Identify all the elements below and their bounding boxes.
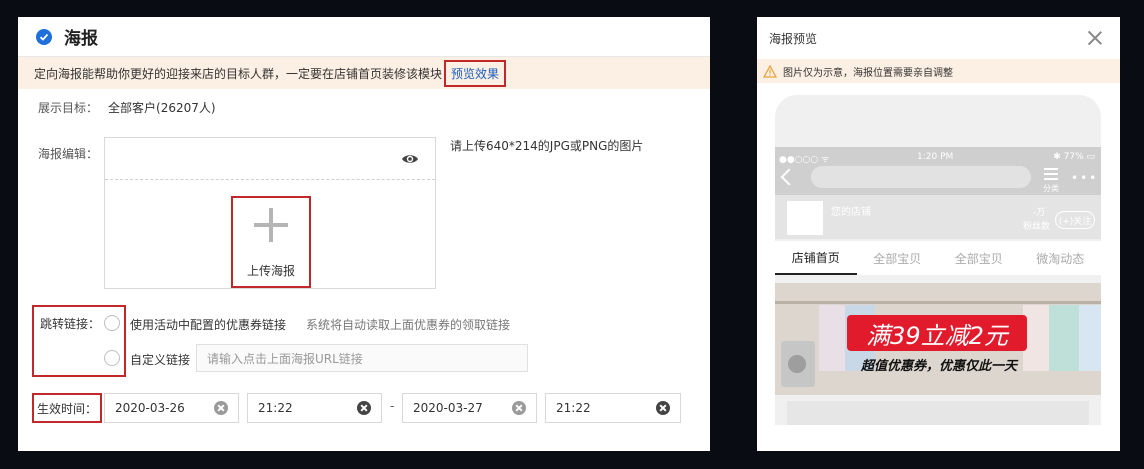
poster-toolbar [105,138,435,180]
upload-poster-label: 上传海报 [246,264,295,278]
signal-indicator: ●●○○○ ᯤ [779,155,830,165]
eye-preview-icon[interactable] [401,150,419,168]
clothing-item [1049,305,1079,371]
poster-editor-box: 上传海报 [104,137,436,289]
sale-subtitle: 超值优惠券，优惠仅此一天 [860,359,1017,374]
shop-name: 您的店铺 [831,207,871,218]
custom-link-option-label: 自定义链接 [130,353,191,367]
fans-count: -万 [1033,208,1046,218]
end-date-value: 2020-03-27 [413,401,483,415]
editor-title: 海报 [64,29,98,49]
poster-editor-panel: 海报 定向海报能帮助你更好的迎接来店的目标人群，一定要在店铺首页装修该模块 预览… [18,17,710,451]
battery-indicator: ✱ 77% ▭ [1053,152,1095,162]
phone-mockup: ●●○○○ ᯤ 1:20 PM ✱ 77% ▭ 分类 ••• 您的店铺 -万 粉… [775,95,1101,425]
close-icon[interactable] [1088,31,1102,45]
poster-edit-label: 海报编辑： [38,147,99,161]
notice-text: 定向海报能帮助你更好的迎接来店的目标人群，一定要在店铺首页装修该模块 [34,66,443,81]
plus-icon [254,208,288,242]
custom-url-input[interactable]: 请输入点击上面海报URL链接 [196,344,528,372]
end-time-value: 21:22 [556,401,591,415]
effective-time-label: 生效时间： [32,393,102,423]
status-time: 1:20 PM [917,152,954,162]
clothes-rail [775,301,1101,304]
date-range-separator: - [390,399,395,413]
phone-content-placeholder [787,401,1089,425]
category-label: 分类 [1043,184,1059,193]
editor-header: 海报 [18,17,710,57]
preview-header: 海报预览 [757,17,1120,59]
start-time-field[interactable]: 21:22 [247,393,382,423]
upload-size-hint: 请上传640*214的JPG或PNG的图片 [450,139,644,153]
back-arrow-icon [780,168,798,186]
phone-search-bar [811,166,1031,188]
fans-label: 粉丝数 [1023,222,1051,232]
poster-banner-image: 满39立减2元 超值优惠券，优惠仅此一天 [775,283,1101,395]
poster-preview-panel: 海报预览 图片仅为示意，海报位置需要亲自调整 ●●○○○ ᯤ 1:20 PM ✱… [757,17,1120,451]
washing-machine [781,341,815,387]
coupon-link-option-label: 使用活动中配置的优惠券链接 [130,318,287,332]
preview-notice-text: 图片仅为示意，海报位置需要亲自调整 [783,67,953,79]
jump-link-label: 跳转链接： [40,317,101,331]
tab-weitao-news: 微淘动态 [1036,251,1085,266]
tab-shop-home: 店铺首页 [775,241,857,275]
display-target-row: 展示目标： 全部客户(26207人) [38,99,216,116]
clear-icon[interactable] [214,401,228,415]
display-target-value: 全部客户(26207人) [108,101,216,115]
custom-link-radio[interactable] [104,350,120,366]
follow-button: (+)关注 [1055,211,1095,229]
preview-effect-link[interactable]: 预览效果 [444,59,507,87]
upload-poster-button[interactable]: 上传海报 [231,196,311,288]
end-date-field[interactable]: 2020-03-27 [402,393,537,423]
preview-notice: 图片仅为示意，海报位置需要亲自调整 [757,59,1120,83]
clear-icon[interactable] [357,401,371,415]
shop-info-row: 您的店铺 -万 粉丝数 (+)关注 [775,195,1101,239]
clothing-item [1079,305,1101,371]
preview-title: 海报预览 [769,31,818,46]
coupon-link-radio[interactable] [104,315,120,331]
check-circle-icon [36,28,52,45]
end-time-field[interactable]: 21:22 [545,393,681,423]
phone-status-row: ●●○○○ ᯤ 1:20 PM ✱ 77% ▭ [775,152,1101,165]
clear-icon[interactable] [656,401,670,415]
start-time-value: 21:22 [258,401,293,415]
warning-icon [763,64,777,78]
tab-all-items: 全部宝贝 [873,251,922,266]
start-date-field[interactable]: 2020-03-26 [104,393,239,423]
phone-tab-bar: 店铺首页 全部宝贝 全部宝贝 微淘动态 [775,241,1101,275]
clear-icon[interactable] [512,401,526,415]
more-icon: ••• [1071,171,1099,185]
clothing-item [819,305,845,371]
start-date-value: 2020-03-26 [115,401,185,415]
coupon-link-description: 系统将自动读取上面优惠券的领取链接 [306,318,511,332]
display-target-label: 展示目标： [38,101,99,115]
shop-avatar [787,201,823,235]
tab-all-items-2: 全部宝贝 [954,251,1003,266]
editor-notice: 定向海报能帮助你更好的迎接来店的目标人群，一定要在店铺首页装修该模块 预览效果 [18,57,710,89]
sale-headline: 满39立减2元 [847,315,1027,351]
